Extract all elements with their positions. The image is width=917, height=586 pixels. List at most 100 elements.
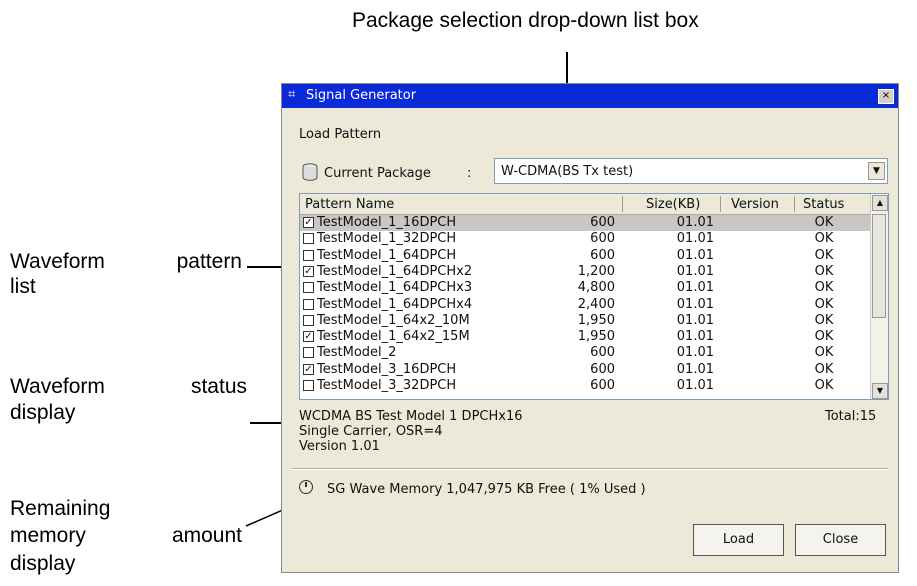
current-package-colon: : bbox=[467, 166, 472, 181]
close-icon[interactable]: × bbox=[878, 89, 894, 104]
pointer-line-pattern-list bbox=[247, 266, 285, 268]
cell-version: 01.01 bbox=[676, 312, 714, 328]
cell-version: 01.01 bbox=[676, 215, 714, 230]
cell-status: OK bbox=[814, 280, 834, 296]
row-checkbox[interactable]: ✓ bbox=[303, 217, 314, 228]
cell-name: TestModel_1_64x2_10M bbox=[317, 312, 470, 328]
chevron-down-icon[interactable]: ▼ bbox=[868, 162, 885, 180]
cell-size: 1,950 bbox=[577, 312, 615, 328]
table-row[interactable]: TestModel_1_64DPCHx3 4,800 01.01 OK bbox=[300, 280, 872, 296]
pattern-list-header: Pattern Name Size(KB) Version Status bbox=[300, 194, 872, 215]
row-checkbox[interactable] bbox=[303, 249, 314, 261]
annotation-pattern-list-1: Waveform pattern bbox=[10, 250, 242, 273]
cell-size: 600 bbox=[590, 247, 615, 263]
table-row[interactable]: ✓ TestModel_1_64DPCHx2 1,200 01.01 OK bbox=[300, 264, 872, 280]
cell-status: OK bbox=[814, 312, 834, 328]
scroll-down-icon[interactable]: ▼ bbox=[872, 383, 888, 399]
column-header-version[interactable]: Version bbox=[731, 197, 779, 212]
row-checkbox[interactable] bbox=[303, 380, 314, 391]
status-line: Version 1.01 bbox=[299, 439, 380, 454]
table-row[interactable]: TestModel_2 600 01.01 OK bbox=[300, 345, 872, 361]
status-line: Single Carrier, OSR=4 bbox=[299, 424, 443, 439]
table-row[interactable]: ✓ TestModel_1_64x2_15M 1,950 01.01 OK bbox=[300, 329, 872, 345]
row-checkbox[interactable] bbox=[303, 298, 314, 310]
annotation-status-display-1: Waveform status bbox=[10, 375, 247, 398]
table-row[interactable]: TestModel_1_32DPCH 600 01.01 OK bbox=[300, 231, 872, 247]
close-button[interactable]: Close bbox=[795, 524, 886, 556]
cell-size: 2,400 bbox=[577, 296, 615, 312]
annotation-package-dropdown: Package selection drop-down list box bbox=[352, 9, 699, 32]
row-checkbox[interactable] bbox=[303, 347, 314, 359]
signal-generator-window: ⌗ Signal Generator × Load Pattern Curren… bbox=[281, 83, 899, 573]
cell-name: TestModel_1_64x2_15M bbox=[317, 329, 470, 345]
cell-size: 1,950 bbox=[577, 329, 615, 345]
cell-name: TestModel_2 bbox=[317, 345, 397, 361]
cell-status: OK bbox=[814, 215, 834, 230]
column-divider bbox=[720, 196, 721, 212]
cell-name: TestModel_1_16DPCH bbox=[317, 215, 457, 230]
column-header-name[interactable]: Pattern Name bbox=[305, 197, 394, 212]
table-row[interactable]: TestModel_1_64x2_10M 1,950 01.01 OK bbox=[300, 313, 872, 329]
row-checkbox[interactable]: ✓ bbox=[303, 331, 314, 343]
column-divider bbox=[794, 196, 795, 212]
row-checkbox[interactable] bbox=[303, 233, 314, 245]
cell-status: OK bbox=[814, 247, 834, 263]
annotation-memory-3: display bbox=[10, 552, 76, 575]
cell-version: 01.01 bbox=[676, 247, 714, 263]
table-row[interactable]: ✓ TestModel_1_16DPCH 600 01.01 OK bbox=[300, 215, 872, 231]
window-title: Signal Generator bbox=[306, 88, 417, 103]
table-row[interactable]: TestModel_1_64DPCH 600 01.01 OK bbox=[300, 248, 872, 264]
column-header-size[interactable]: Size(KB) bbox=[646, 197, 700, 212]
cell-status: OK bbox=[814, 231, 834, 247]
table-row[interactable]: TestModel_3_32DPCH 600 01.01 OK bbox=[300, 378, 872, 394]
load-button[interactable]: Load bbox=[693, 524, 784, 556]
cell-name: TestModel_1_32DPCH bbox=[317, 231, 457, 247]
cell-name: TestModel_3_16DPCH bbox=[317, 361, 457, 377]
package-dropdown[interactable]: W-CDMA(BS Tx test) ▼ bbox=[494, 158, 888, 184]
memory-status: SG Wave Memory 1,047,975 KB Free ( 1% Us… bbox=[327, 482, 646, 497]
table-row[interactable]: TestModel_1_64DPCHx4 2,400 01.01 OK bbox=[300, 297, 872, 313]
app-icon: ⌗ bbox=[288, 87, 296, 102]
scroll-up-icon[interactable]: ▲ bbox=[872, 195, 888, 211]
cell-version: 01.01 bbox=[676, 378, 714, 393]
cell-size: 600 bbox=[590, 378, 615, 393]
cell-version: 01.01 bbox=[676, 361, 714, 377]
cell-size: 600 bbox=[590, 345, 615, 361]
cell-status: OK bbox=[814, 329, 834, 345]
package-dropdown-value: W-CDMA(BS Tx test) bbox=[501, 164, 634, 179]
cell-name: TestModel_3_32DPCH bbox=[317, 378, 457, 393]
row-checkbox[interactable] bbox=[303, 282, 314, 294]
cell-version: 01.01 bbox=[676, 345, 714, 361]
current-package-label: Current Package bbox=[324, 166, 431, 181]
table-row[interactable]: ✓ TestModel_3_16DPCH 600 01.01 OK bbox=[300, 362, 872, 378]
total-count: Total:15 bbox=[825, 409, 877, 424]
row-checkbox[interactable]: ✓ bbox=[303, 265, 314, 277]
row-checkbox[interactable]: ✓ bbox=[303, 363, 314, 375]
column-header-status[interactable]: Status bbox=[803, 197, 844, 212]
cell-version: 01.01 bbox=[676, 280, 714, 296]
cell-size: 600 bbox=[590, 231, 615, 247]
status-line: WCDMA BS Test Model 1 DPCHx16 bbox=[299, 409, 523, 424]
row-checkbox[interactable] bbox=[303, 314, 314, 326]
cell-size: 600 bbox=[590, 215, 615, 230]
waveform-status-display: WCDMA BS Test Model 1 DPCHx16 Single Car… bbox=[299, 409, 523, 454]
cell-status: OK bbox=[814, 361, 834, 377]
pattern-list[interactable]: Pattern Name Size(KB) Version Status ✓ Te… bbox=[299, 193, 889, 400]
cell-status: OK bbox=[814, 345, 834, 361]
cell-version: 01.01 bbox=[676, 263, 714, 279]
cell-status: OK bbox=[814, 378, 834, 393]
cell-status: OK bbox=[814, 263, 834, 279]
annotation-memory-1: Remaining bbox=[10, 497, 111, 520]
title-bar[interactable]: ⌗ Signal Generator × bbox=[282, 84, 898, 108]
section-label: Load Pattern bbox=[299, 127, 382, 142]
scroll-thumb[interactable] bbox=[872, 214, 886, 318]
cell-name: TestModel_1_64DPCHx2 bbox=[317, 263, 473, 279]
annotation-status-display-2: display bbox=[10, 401, 76, 424]
scrollbar[interactable]: ▲ ▼ bbox=[870, 194, 888, 399]
column-divider bbox=[622, 196, 623, 212]
cell-size: 4,800 bbox=[577, 280, 615, 296]
cell-status: OK bbox=[814, 296, 834, 312]
annotation-memory-2: memory amount bbox=[10, 524, 242, 547]
cell-name: TestModel_1_64DPCHx4 bbox=[317, 296, 473, 312]
cell-size: 1,200 bbox=[577, 263, 615, 279]
